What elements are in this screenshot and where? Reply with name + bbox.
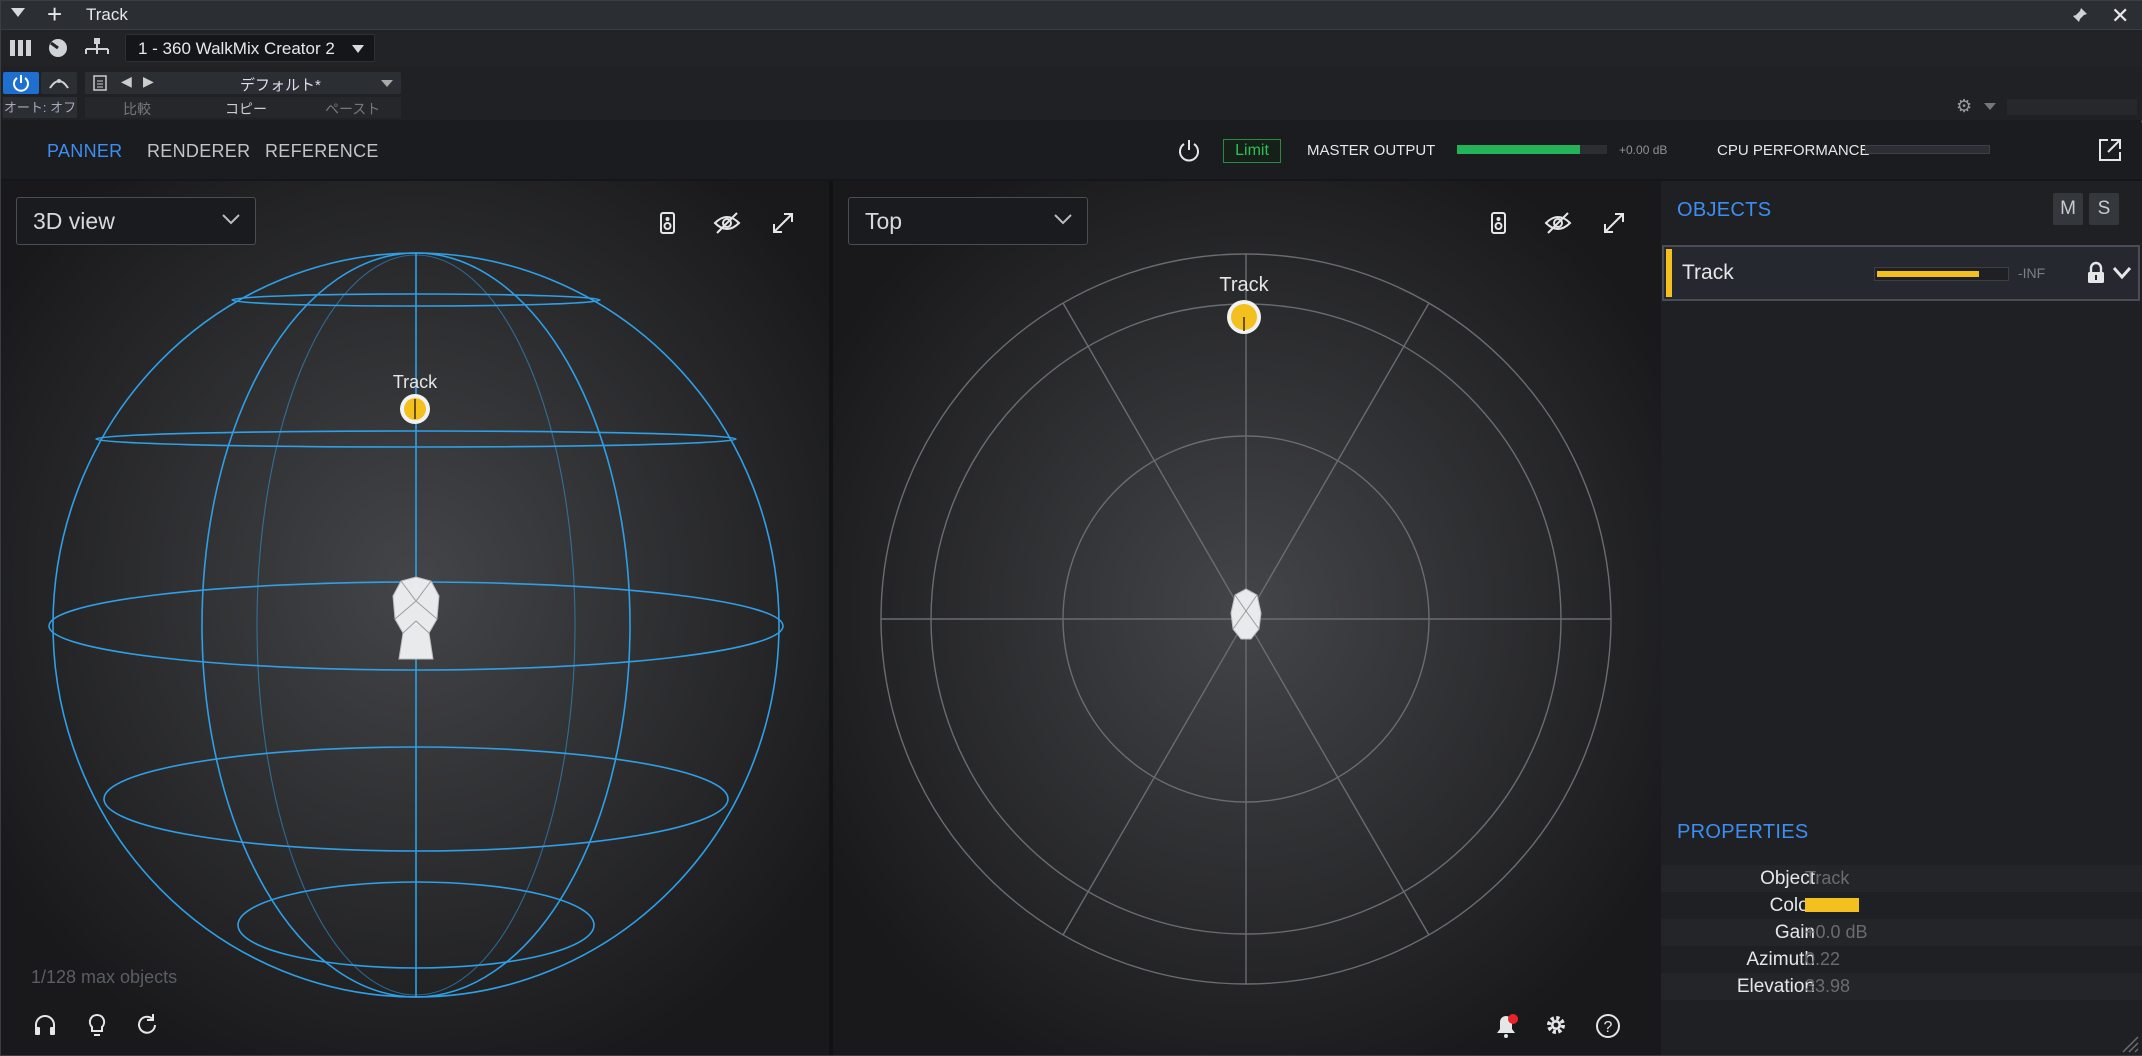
sphere-view[interactable]: Track	[1, 181, 829, 1055]
headphones-icon[interactable]	[33, 1013, 57, 1037]
popout-icon[interactable]	[2097, 137, 2123, 163]
close-icon[interactable]: ✕	[2111, 3, 2129, 29]
host-meter	[2007, 99, 2137, 115]
plugin-name: 1 - 360 WalkMix Creator 2	[138, 39, 335, 58]
object-marker[interactable]	[400, 394, 430, 424]
tab-reference[interactable]: REFERENCE	[265, 141, 379, 162]
object-level-text: -INF	[2018, 265, 2046, 281]
expand-icon[interactable]	[1602, 211, 1626, 235]
prev-preset-icon[interactable]: ◀	[121, 73, 132, 90]
lock-icon[interactable]	[2086, 261, 2106, 285]
plugin-selector[interactable]: 1 - 360 WalkMix Creator 2	[125, 34, 375, 62]
property-value[interactable]: 33.98	[1805, 976, 1850, 997]
dial-icon[interactable]	[47, 37, 69, 59]
object-marker[interactable]	[1227, 300, 1261, 334]
view-selector-3d[interactable]: 3D view	[16, 197, 256, 245]
add-icon[interactable]: +	[47, 0, 62, 28]
host-title-bar: + Track ✕	[1, 0, 2142, 30]
routing-icon[interactable]	[83, 36, 111, 60]
preset-name: デフォルト*	[240, 77, 321, 94]
property-row-azimuth: Azimuth 0.22	[1661, 946, 2142, 973]
chevron-down-icon	[352, 45, 364, 53]
help-icon[interactable]: ?	[1595, 1013, 1621, 1039]
property-value[interactable]: +0.0 dB	[1805, 922, 1868, 943]
color-swatch[interactable]	[1805, 898, 1859, 912]
property-row-gain: Gain +0.0 dB	[1661, 919, 2142, 946]
bypass-button[interactable]	[3, 72, 39, 94]
paste-button[interactable]: ペースト	[325, 99, 380, 119]
host-settings-icon[interactable]: ⚙	[1956, 96, 1972, 117]
property-key: Elevation	[1736, 976, 1815, 997]
tab-renderer[interactable]: RENDERER	[147, 141, 250, 162]
next-preset-icon[interactable]: ▶	[143, 73, 154, 90]
mute-all-button[interactable]: M	[2053, 193, 2083, 225]
plugin-window: { "host": { "title": "Track", "plugin_na…	[0, 0, 2142, 1056]
chevron-down-icon	[222, 214, 240, 225]
property-value[interactable]: Track	[1805, 868, 1849, 889]
chevron-down-icon	[1054, 214, 1072, 225]
resize-grip-icon[interactable]	[2119, 1033, 2139, 1053]
solo-all-button[interactable]: S	[2089, 193, 2119, 225]
properties-heading: PROPERTIES	[1677, 821, 1809, 843]
object-label-3d: Track	[393, 372, 438, 392]
pin-icon[interactable]	[2071, 6, 2089, 24]
visibility-off-icon[interactable]	[1544, 211, 1572, 235]
compare-button[interactable]: 比較	[123, 99, 151, 119]
cpu-performance-meter	[1865, 145, 1990, 154]
menu-dropdown-icon[interactable]	[11, 8, 25, 17]
notification-bell-icon[interactable]	[1493, 1013, 1519, 1039]
chevron-down-icon[interactable]	[1984, 103, 1996, 110]
tab-panner[interactable]: PANNER	[47, 141, 122, 162]
object-name: Track	[1682, 261, 1734, 284]
object-label-top: Track	[1219, 274, 1269, 296]
view-selector-label: 3D view	[33, 208, 115, 234]
objects-heading: OBJECTS	[1677, 199, 1772, 221]
view-selector-label: Top	[865, 208, 903, 234]
objects-panel: OBJECTS M S Track -INF PROPERTIES Object…	[1661, 181, 2142, 1055]
rack-icon[interactable]	[9, 38, 33, 58]
panel-top-view[interactable]: Track Top ?	[833, 181, 1661, 1055]
object-level-meter	[1874, 267, 2009, 281]
master-meter-fill	[1457, 145, 1580, 154]
max-objects-text: 1/128 max objects	[31, 967, 178, 987]
property-value[interactable]: 0.22	[1805, 949, 1840, 970]
master-output-db: +0.00 dB	[1619, 143, 1668, 157]
document-icon[interactable]	[93, 75, 107, 91]
property-row-object: Object Track	[1661, 865, 2142, 892]
property-row-elevation: Elevation 33.98	[1661, 973, 2142, 1000]
speaker-icon[interactable]	[1489, 211, 1509, 235]
listener-head-icon	[1230, 588, 1262, 640]
lightbulb-icon[interactable]	[85, 1013, 109, 1039]
property-row-color: Color	[1661, 892, 2142, 919]
chevron-down-icon	[381, 80, 393, 87]
master-output-label: MASTER OUTPUT	[1307, 142, 1436, 159]
automation-button[interactable]	[41, 72, 77, 94]
copy-button[interactable]: コピー	[225, 99, 267, 119]
chevron-down-icon[interactable]	[2112, 265, 2132, 281]
expand-icon[interactable]	[771, 211, 795, 235]
cpu-performance-label: CPU PERFORMANCE	[1717, 142, 1870, 159]
top-view[interactable]: Track	[833, 181, 1661, 1055]
panel-3d-view[interactable]: Track 3D view 1/128 max objects	[1, 181, 829, 1055]
auto-off-label[interactable]: オート: オフ	[3, 97, 77, 118]
reset-icon[interactable]	[135, 1013, 159, 1037]
view-selector-top[interactable]: Top	[848, 197, 1088, 245]
power-icon	[13, 75, 29, 92]
compare-bar: 比較 コピー ペースト	[85, 97, 401, 118]
object-color-bar	[1666, 249, 1672, 297]
svg-text:?: ?	[1604, 1019, 1613, 1036]
object-meter-fill	[1877, 271, 1980, 277]
object-row[interactable]: Track -INF	[1662, 245, 2140, 301]
preset-selector[interactable]: ◀ ▶ デフォルト*	[85, 72, 401, 94]
visibility-off-icon[interactable]	[713, 211, 741, 235]
host-track-title: Track	[86, 5, 128, 24]
speaker-icon[interactable]	[658, 211, 678, 235]
master-output-meter	[1457, 145, 1607, 154]
settings-icon[interactable]	[1544, 1013, 1568, 1037]
power-icon[interactable]	[1176, 138, 1202, 164]
automation-icon	[49, 79, 69, 89]
limit-toggle[interactable]: Limit	[1223, 139, 1281, 163]
